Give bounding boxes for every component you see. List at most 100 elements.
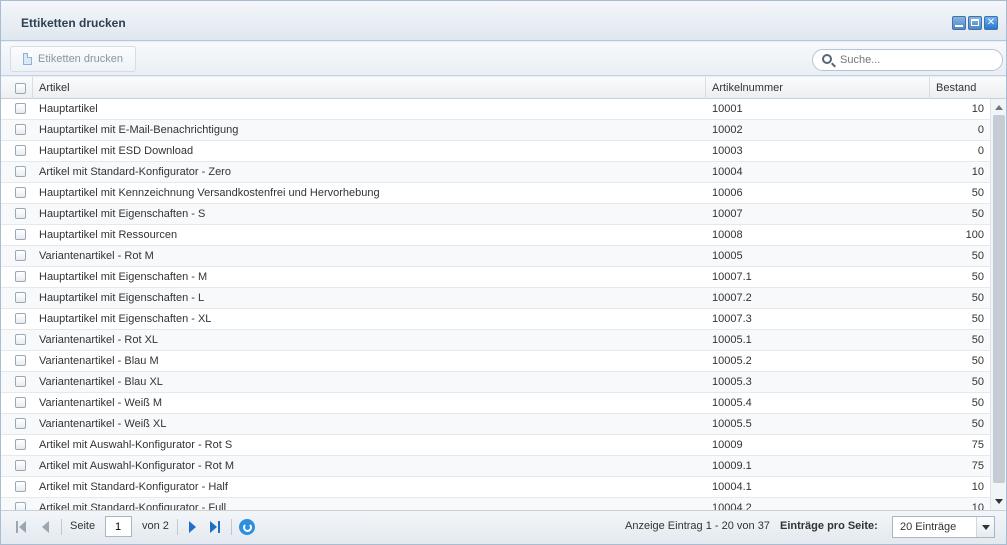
- row-checkbox[interactable]: [15, 397, 26, 408]
- table-row[interactable]: Variantenartikel - Rot M 10005 50: [1, 246, 990, 267]
- stock-cell: 50: [971, 334, 984, 346]
- row-checkbox[interactable]: [15, 460, 26, 471]
- table-row[interactable]: Hauptartikel mit Eigenschaften - S 10007 5…: [1, 204, 990, 225]
- first-page-icon[interactable]: [16, 521, 26, 533]
- article-cell: Variantenartikel - Weiß XL: [39, 418, 167, 430]
- grid-header: Artikel Artikelnummer Bestand: [1, 77, 1006, 99]
- stock-cell: 50: [971, 208, 984, 220]
- table-row[interactable]: Hauptartikel mit Ressourcen 10008 100: [1, 225, 990, 246]
- article-cell: Hauptartikel mit Kennzeichnung Versandko…: [39, 187, 380, 199]
- table-row[interactable]: Artikel mit Standard-Konfigurator - Zero…: [1, 162, 990, 183]
- row-checkbox[interactable]: [15, 439, 26, 450]
- pager-separator: [61, 519, 62, 535]
- print-labels-button[interactable]: Etiketten drucken: [10, 46, 136, 72]
- table-row[interactable]: Hauptartikel mit ESD Download 10003 0: [1, 141, 990, 162]
- table-row[interactable]: Hauptartikel 10001 10: [1, 99, 990, 120]
- page-count-label: von 2: [142, 520, 169, 532]
- close-button[interactable]: ✕: [984, 16, 998, 30]
- row-checkbox[interactable]: [15, 481, 26, 492]
- table-row[interactable]: Variantenartikel - Blau M 10005.2 50: [1, 351, 990, 372]
- stock-cell: 10: [971, 166, 984, 178]
- stock-cell: 50: [971, 418, 984, 430]
- table-row[interactable]: Artikel mit Auswahl-Konfigurator - Rot S…: [1, 435, 990, 456]
- table-row[interactable]: Variantenartikel - Weiß M 10005.4 50: [1, 393, 990, 414]
- search-icon: [822, 54, 832, 64]
- row-checkbox[interactable]: [15, 418, 26, 429]
- row-checkbox[interactable]: [15, 334, 26, 345]
- stock-cell: 0: [977, 145, 984, 157]
- article-cell: Hauptartikel mit Eigenschaften - S: [39, 208, 206, 220]
- row-checkbox[interactable]: [15, 103, 26, 114]
- last-page-icon[interactable]: [210, 521, 220, 533]
- per-page-value: 20 Einträge: [900, 521, 957, 533]
- column-header-number[interactable]: Artikelnummer: [706, 77, 930, 99]
- article-cell: Artikel mit Standard-Konfigurator - Full: [39, 502, 227, 510]
- article-cell: Artikel mit Auswahl-Konfigurator - Rot S: [39, 439, 233, 451]
- article-cell: Variantenartikel - Rot XL: [39, 334, 159, 346]
- stock-cell: 50: [971, 376, 984, 388]
- toolbar: Etiketten drucken: [1, 42, 1006, 76]
- number-cell: 10005.2: [712, 355, 752, 367]
- stock-cell: 10: [971, 481, 984, 493]
- row-checkbox[interactable]: [15, 166, 26, 177]
- minimize-button[interactable]: [952, 16, 966, 30]
- table-row[interactable]: Artikel mit Standard-Konfigurator - Full…: [1, 498, 990, 510]
- scroll-down-icon[interactable]: [995, 499, 1003, 504]
- row-checkbox[interactable]: [15, 145, 26, 156]
- article-cell: Hauptartikel mit ESD Download: [39, 145, 194, 157]
- table-row[interactable]: Hauptartikel mit Kennzeichnung Versandko…: [1, 183, 990, 204]
- scroll-up-icon[interactable]: [995, 105, 1003, 110]
- number-cell: 10005.3: [712, 376, 752, 388]
- table-row[interactable]: Artikel mit Auswahl-Konfigurator - Rot M…: [1, 456, 990, 477]
- number-cell: 10009.1: [712, 460, 752, 472]
- column-header-stock[interactable]: Bestand: [930, 77, 1006, 99]
- per-page-select[interactable]: 20 Einträge: [892, 516, 995, 538]
- refresh-icon[interactable]: [239, 519, 255, 535]
- next-page-icon[interactable]: [189, 521, 196, 533]
- table-row[interactable]: Hauptartikel mit E-Mail-Benachrichtigung…: [1, 120, 990, 141]
- table-row[interactable]: Variantenartikel - Rot XL 10005.1 50: [1, 330, 990, 351]
- number-cell: 10007.2: [712, 292, 752, 304]
- window-titlebar[interactable]: Ettiketten drucken ✕: [1, 1, 1006, 41]
- row-checkbox[interactable]: [15, 229, 26, 240]
- number-cell: 10007.3: [712, 313, 752, 325]
- table-row[interactable]: Variantenartikel - Weiß XL 10005.5 50: [1, 414, 990, 435]
- page-number-input[interactable]: [105, 516, 132, 537]
- table-row[interactable]: Hauptartikel mit Eigenschaften - L 10007.…: [1, 288, 990, 309]
- select-all-checkbox[interactable]: [15, 83, 26, 94]
- table-row[interactable]: Artikel mit Standard-Konfigurator - Half…: [1, 477, 990, 498]
- stock-cell: 50: [971, 313, 984, 325]
- stock-cell: 10: [971, 502, 984, 510]
- previous-page-icon[interactable]: [42, 521, 49, 533]
- chevron-down-icon[interactable]: [976, 517, 994, 537]
- row-checkbox[interactable]: [15, 124, 26, 135]
- row-checkbox[interactable]: [15, 250, 26, 261]
- number-cell: 10006: [712, 187, 743, 199]
- grid-body: Hauptartikel 10001 10 Hauptartikel mit E-Ma…: [1, 99, 990, 510]
- search-box[interactable]: [812, 49, 1003, 71]
- page-label: Seite: [70, 520, 96, 532]
- row-checkbox[interactable]: [15, 313, 26, 324]
- row-checkbox[interactable]: [15, 208, 26, 219]
- maximize-button[interactable]: [968, 16, 982, 30]
- row-checkbox[interactable]: [15, 355, 26, 366]
- row-checkbox[interactable]: [15, 292, 26, 303]
- table-row[interactable]: Hauptartikel mit Eigenschaften - XL 10007…: [1, 309, 990, 330]
- number-cell: 10004.2: [712, 502, 752, 510]
- scroll-thumb[interactable]: [993, 115, 1005, 483]
- table-row[interactable]: Hauptartikel mit Eigenschaften - M 10007.…: [1, 267, 990, 288]
- table-row[interactable]: Variantenartikel - Blau XL 10005.3 50: [1, 372, 990, 393]
- display-info: Anzeige Eintrag 1 - 20 von 37: [625, 520, 770, 532]
- search-input[interactable]: [840, 52, 998, 68]
- stock-cell: 50: [971, 271, 984, 283]
- column-header-article[interactable]: Artikel: [33, 77, 706, 99]
- row-checkbox[interactable]: [15, 376, 26, 387]
- article-cell: Variantenartikel - Weiß M: [39, 397, 163, 409]
- row-checkbox[interactable]: [15, 271, 26, 282]
- select-all-cell: [1, 77, 33, 99]
- vertical-scrollbar[interactable]: [990, 99, 1006, 510]
- article-cell: Artikel mit Standard-Konfigurator - Half: [39, 481, 228, 493]
- row-checkbox[interactable]: [15, 502, 26, 510]
- article-cell: Hauptartikel mit Eigenschaften - L: [39, 292, 205, 304]
- row-checkbox[interactable]: [15, 187, 26, 198]
